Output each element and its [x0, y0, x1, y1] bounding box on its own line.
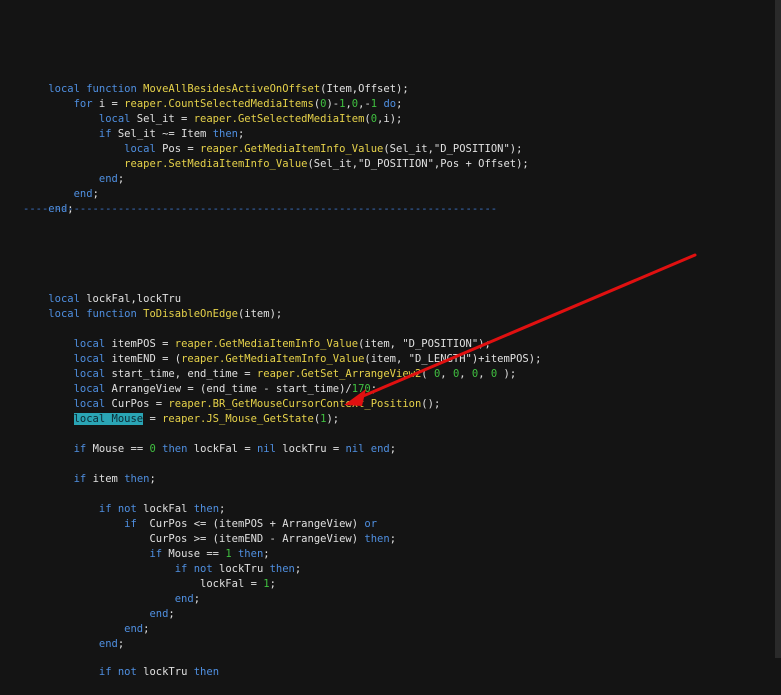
token: ,i);: [377, 113, 403, 125]
token: item: [86, 473, 125, 485]
token: if: [98, 666, 112, 678]
token: end: [98, 173, 118, 185]
token: (item);: [237, 308, 283, 320]
code-line[interactable]: local Pos = reaper.GetMediaItemInfo_Valu…: [23, 127, 522, 155]
code-line[interactable]: if Sel_it ~= Item then;: [23, 112, 244, 140]
function-name: ToDisableOnEdge: [143, 308, 238, 320]
code-line[interactable]: local itemPOS = reaper.GetMediaItemInfo_…: [23, 322, 491, 350]
token: );: [497, 368, 517, 380]
token: ;: [92, 188, 99, 200]
token: end: [124, 623, 144, 635]
token: =: [143, 413, 163, 425]
code-line[interactable]: if CurPos <= (itemPOS + ArrangeView) or: [23, 502, 377, 530]
code-line[interactable]: end;: [23, 157, 124, 185]
code-line[interactable]: if not lockTru then;: [23, 547, 301, 575]
code-line[interactable]: end;: [23, 187, 73, 215]
token: ,: [459, 368, 472, 380]
token: ;: [193, 593, 201, 605]
token: ;: [149, 473, 156, 485]
code-line[interactable]: end;: [23, 577, 200, 605]
token: (Sel_it,"D_POSITION",Pos + Offset);: [307, 158, 529, 170]
token: (: [421, 368, 434, 380]
code-line[interactable]: if Mouse == 0 then lockFal = nil lockTru…: [23, 427, 396, 455]
code-line[interactable]: local Mouse = reaper.JS_Mouse_GetState(1…: [23, 397, 339, 425]
selection-highlight[interactable]: local Mouse: [73, 413, 144, 425]
separator-comment: ----------------------------------------…: [23, 203, 498, 215]
token: ;: [143, 623, 150, 635]
token: then: [162, 443, 188, 455]
token: ;: [389, 443, 397, 455]
token: lockTru: [136, 666, 194, 678]
token: end: [73, 188, 93, 200]
token: lockTru =: [275, 443, 346, 455]
token: ;: [168, 608, 175, 620]
code-editor[interactable]: ----------------------------------------…: [0, 0, 781, 678]
token: ,: [478, 368, 491, 380]
token: then: [364, 533, 390, 545]
token: lockFal =: [187, 443, 257, 455]
token: ();: [421, 398, 441, 410]
code-line[interactable]: CurPos >= (itemEND - ArrangeView) then;: [23, 517, 396, 545]
code-line[interactable]: reaper.SetMediaItemInfo_Value(Sel_it,"D_…: [23, 142, 529, 170]
token: local: [48, 308, 80, 320]
token: not: [117, 666, 137, 678]
token: nil: [345, 443, 365, 455]
token: end: [149, 608, 169, 620]
code-line[interactable]: end;: [23, 592, 174, 620]
code-line[interactable]: lockFal = 1;: [23, 562, 276, 590]
code-line[interactable]: local itemEND = (reaper.GetMediaItemInfo…: [23, 337, 542, 365]
token: end: [370, 443, 390, 455]
code-line[interactable]: end;: [23, 622, 124, 650]
code-line[interactable]: local function MoveAllBesidesActiveOnOff…: [23, 67, 408, 95]
code-line[interactable]: local CurPos = reaper.BR_GetMouseCursorC…: [23, 382, 441, 410]
token: );: [326, 413, 340, 425]
token: reaper.SetMediaItemInfo_Value: [124, 158, 308, 170]
token: ;: [117, 173, 125, 185]
token: reaper.JS_Mouse_GetState: [162, 413, 314, 425]
token: then: [193, 666, 220, 678]
token: Mouse ==: [86, 443, 150, 455]
code-line[interactable]: if Mouse == 1 then;: [23, 532, 269, 560]
token: end: [174, 593, 194, 605]
token: if: [73, 443, 87, 455]
separator-comment: ----------------------------------------…: [23, 0, 586, 7]
code-line[interactable]: if item then;: [23, 457, 156, 485]
token: then: [124, 473, 150, 485]
token: ,: [440, 368, 453, 380]
code-line[interactable]: for i = reaper.CountSelectedMediaItems(0…: [23, 82, 403, 110]
code-line[interactable]: local Sel_it = reaper.GetSelectedMediaIt…: [23, 97, 402, 125]
token: function: [86, 308, 137, 320]
token: lockFal =: [200, 578, 264, 590]
token: end: [98, 638, 118, 650]
code-line[interactable]: local function ToDisableOnEdge(item);: [23, 292, 282, 320]
code-line[interactable]: local lockFal,lockTru: [23, 277, 181, 305]
token: ;: [269, 578, 276, 590]
code-line[interactable]: local start_time, end_time = reaper.GetS…: [23, 352, 517, 380]
code-line[interactable]: local ArrangeView = (end_time - start_ti…: [23, 367, 377, 395]
code-line[interactable]: end;: [23, 607, 149, 635]
token: if: [73, 473, 87, 485]
code-line[interactable]: end;: [23, 172, 99, 200]
token: ;: [117, 638, 125, 650]
token: ;: [294, 563, 302, 575]
token: ;: [389, 533, 397, 545]
scrollbar[interactable]: [775, 0, 781, 658]
token: nil: [256, 443, 276, 455]
code-line[interactable]: if not lockFal then;: [23, 487, 225, 515]
